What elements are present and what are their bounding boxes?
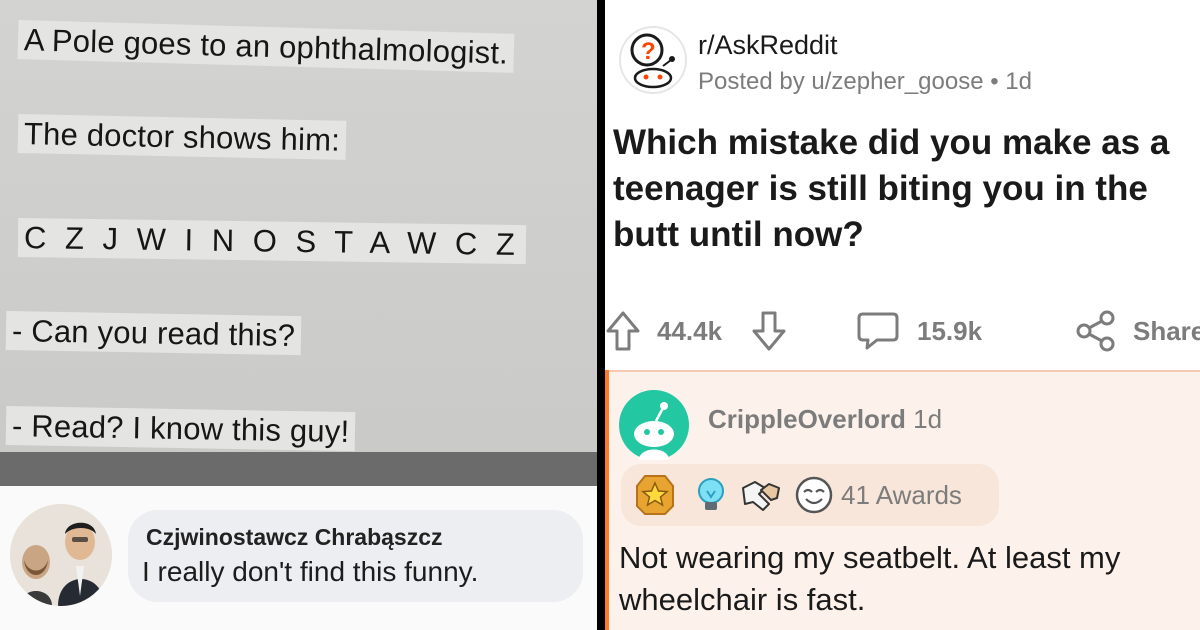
comment-age: 1d (913, 404, 943, 434)
comment-body: Not wearing my seatbelt. At least my whe… (619, 540, 1121, 617)
avatar[interactable] (10, 504, 112, 606)
comment-bubble: Czjwinostawcz Chrabąszcz I really don't … (128, 510, 583, 602)
comment-highlight-bar (605, 370, 609, 630)
posted-by[interactable]: Posted by u/zepher_goose (698, 68, 984, 95)
facebook-comment: Czjwinostawcz Chrabąszcz I really don't … (0, 486, 597, 630)
upvote-count: 44.4k (657, 316, 723, 346)
joke-line-4: - Can you read this? (5, 311, 302, 356)
comment-author-name[interactable]: CrippleOverlord (708, 404, 906, 434)
upvote-icon[interactable] (605, 310, 641, 352)
awards-count: 41 Awards (841, 480, 962, 510)
svg-text:?: ? (641, 38, 656, 65)
subreddit-name[interactable]: r/AskReddit (698, 30, 838, 61)
joke-line-2: The doctor shows him: (17, 114, 347, 160)
post-title[interactable]: Which mistake did you make as a teenager… (613, 120, 1198, 258)
handshake-award-icon (742, 481, 780, 511)
awards-pill[interactable]: 41 Awards (621, 464, 999, 526)
joke-photo: A Pole goes to an ophthalmologist. The d… (0, 0, 597, 486)
commenter-avatar[interactable] (619, 390, 689, 460)
comment-text: I really don't find this funny. (142, 556, 479, 587)
photo-edge (0, 452, 597, 486)
gold-star-award-icon (636, 475, 674, 515)
top-comment: CrippleOverlord 1d 41 Awards Not wearing… (605, 370, 1200, 630)
joke-line-5: - Read? I know this guy! (5, 406, 356, 452)
share-label[interactable]: Share (1133, 316, 1200, 347)
post-meta: Posted by u/zepher_goose • 1d (698, 68, 1032, 95)
post-age: 1d (1005, 68, 1032, 95)
reddit-post: ? r/AskReddit Posted by u/zepher_goose •… (605, 0, 1200, 630)
share-icon[interactable] (1075, 310, 1117, 352)
askreddit-icon[interactable]: ? (619, 26, 687, 94)
joke-line-3: C Z J W I N O S T A W C Z (17, 218, 527, 265)
lightbulb-award-icon (698, 478, 724, 510)
comment-count: 15.9k (917, 316, 983, 346)
joke-line-1: A Pole goes to an ophthalmologist. (17, 20, 515, 73)
commenter-name[interactable]: Czjwinostawcz Chrabąszcz (146, 524, 443, 551)
post-action-bar: 44.4k 15.9k Share (605, 300, 1200, 360)
divider (597, 0, 605, 630)
comment-icon[interactable] (857, 310, 899, 352)
comment-author[interactable]: CrippleOverlord 1d (708, 404, 942, 435)
downvote-icon[interactable] (751, 310, 787, 352)
meme-left-panel: A Pole goes to an ophthalmologist. The d… (0, 0, 597, 630)
wholesome-award-icon (795, 476, 833, 514)
